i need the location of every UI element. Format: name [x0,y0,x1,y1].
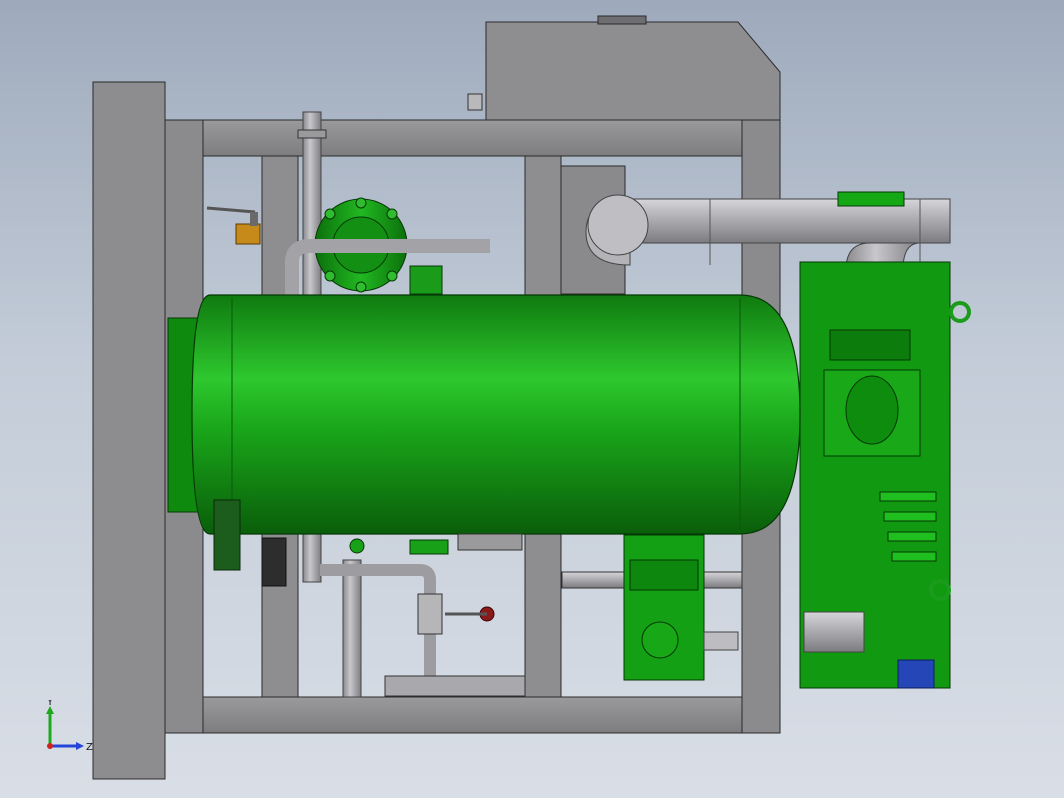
z-axis-label: Z [86,742,93,753]
screw-compressor [799,191,971,689]
control-box [467,15,781,123]
ball-valve [206,206,261,245]
cad-viewport[interactable]: Y Z [0,0,1064,798]
cad-model-view[interactable] [0,0,1064,798]
oil-pump-unit [623,534,739,681]
x-axis-point [47,743,53,749]
orientation-triad[interactable]: Y Z [40,700,100,760]
z-axis-arrow [76,742,84,750]
oil-separator-vessel [167,294,801,535]
top-flange [285,197,490,300]
y-axis-label: Y [46,700,54,708]
left-end-plate [92,81,166,780]
